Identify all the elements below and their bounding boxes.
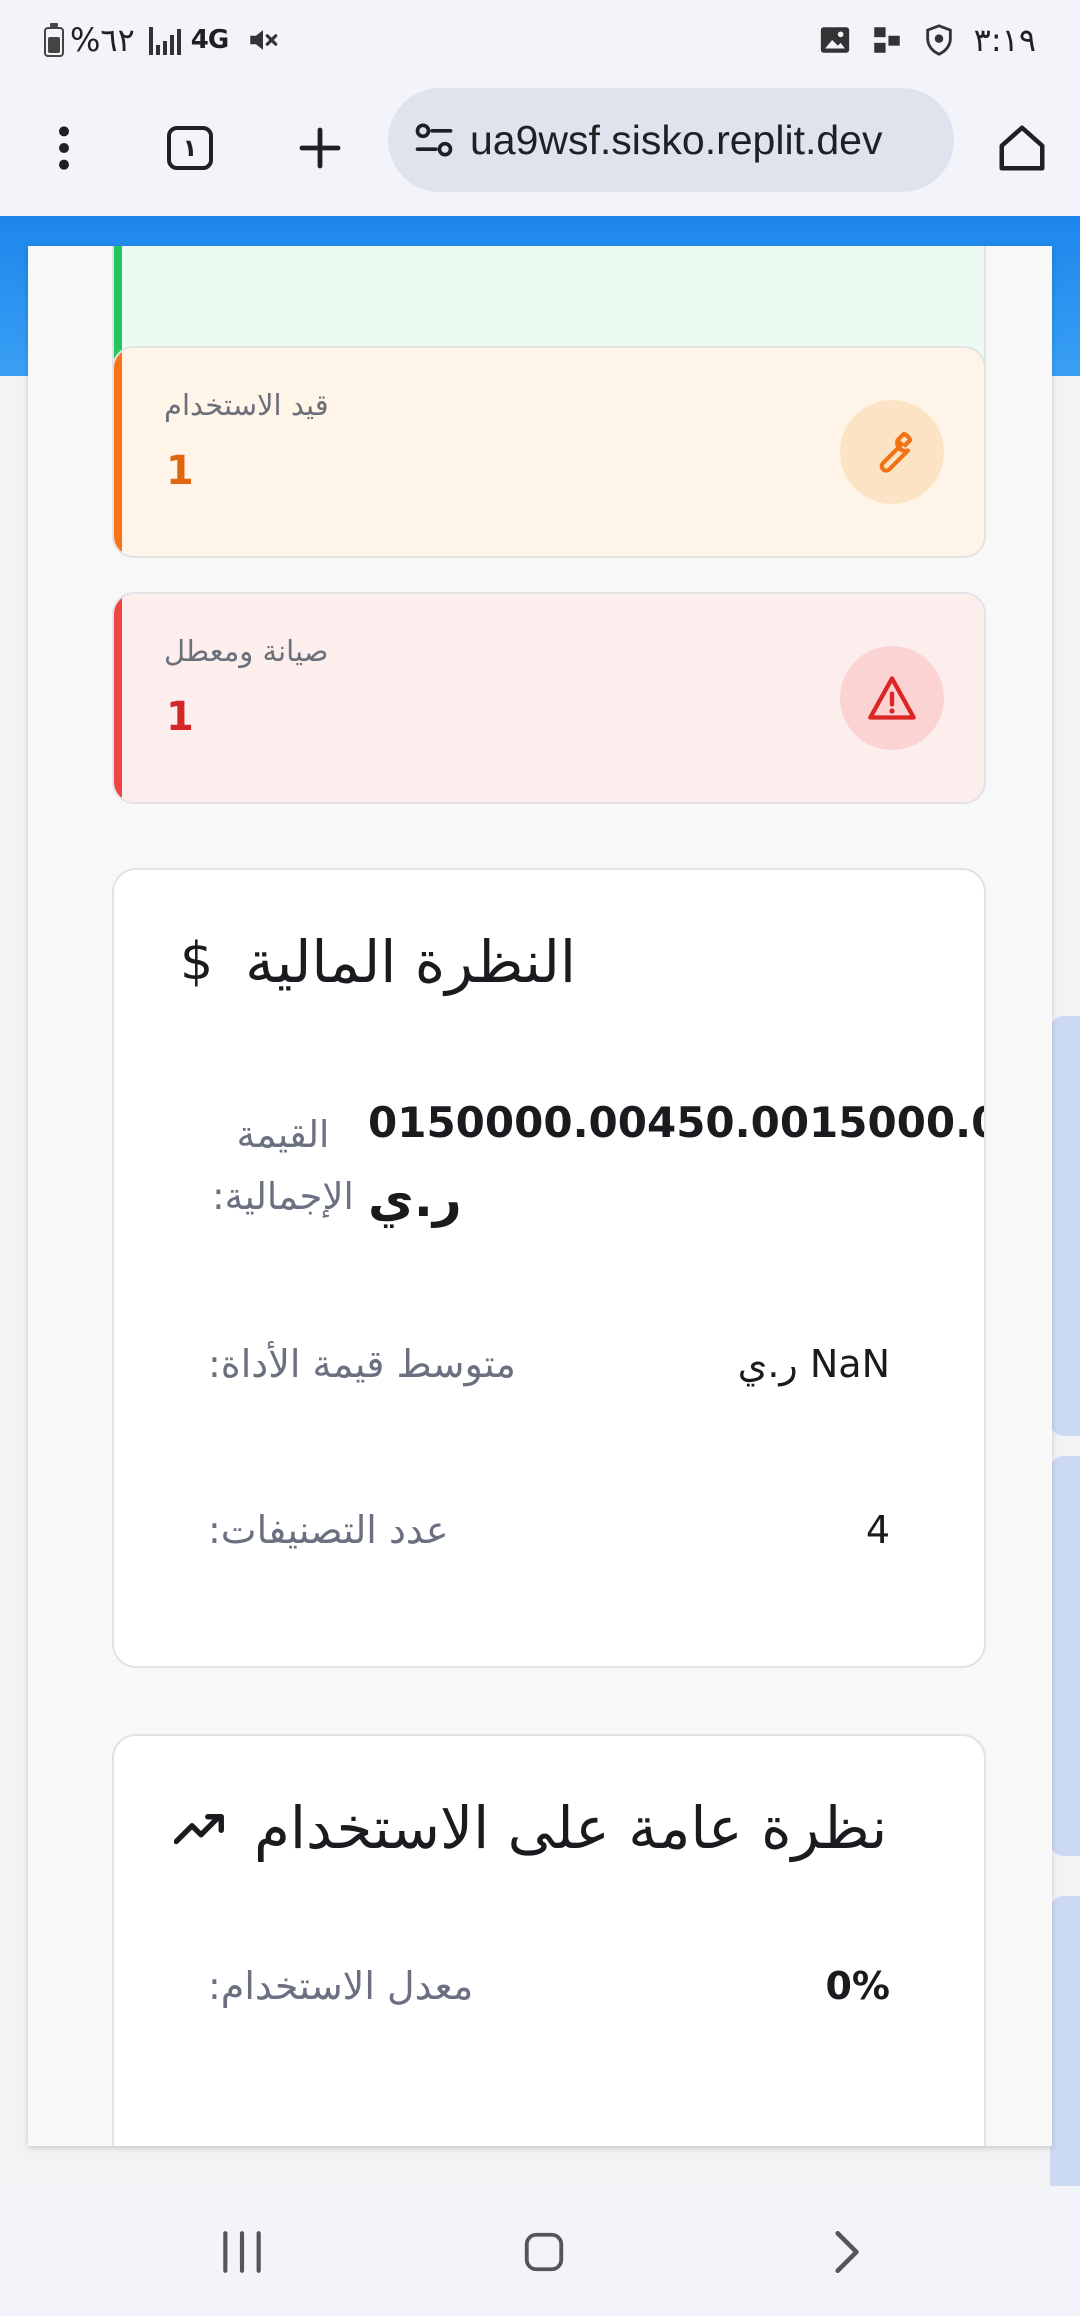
tools-report-dialog: قيد الاستخدام 1 صيانة ومعطل 1 $ النظرة ا… [28,246,1052,2146]
home-square-icon [524,2232,564,2272]
categories-count-label: عدد التصنيفات: [208,1508,449,1552]
total-value-label: القيمة الإجمالية: [212,1113,354,1218]
overflow-menu-button[interactable] [26,110,102,186]
usage-overview-panel: نظرة عامة على الاستخدام معدل الاستخدام: … [112,1734,986,2146]
system-navigation-bar [0,2186,1080,2316]
home-icon [999,125,1045,171]
total-value: 0150000.00450.0015000.002500 [368,1098,984,1147]
tab-count: ١ [167,126,213,170]
total-value-currency: ر.ي [368,1170,462,1228]
network-type: 4G [190,25,229,55]
usage-rate-label: معدل الاستخدام: [208,1964,474,2008]
stat-value: 1 [166,694,194,740]
recent-apps-icon [223,2231,261,2273]
stat-label: صيانة ومعطل [164,634,329,668]
categories-count: 4 [865,1508,890,1552]
wrench-icon [840,400,944,504]
average-value-label: متوسط قيمة الأداة: [208,1342,516,1386]
plus-icon [299,127,341,169]
tab-switcher-button[interactable]: ١ [152,110,228,186]
site-settings-icon[interactable] [412,118,456,162]
usage-rate-value: 0% [825,1964,890,2008]
dollar-icon: $ [180,932,214,992]
clock: ٣:١٩ [973,21,1036,59]
web-page: قيد الاستخدام 1 صيانة ومعطل 1 $ النظرة ا… [0,216,1080,2186]
stat-card-in-use: قيد الاستخدام 1 [112,346,986,558]
average-value: NaN ر.ي [737,1342,890,1386]
address-bar[interactable]: ua9wsf.sisko.replit.dev [388,88,954,192]
more-vert-icon [59,126,69,170]
trending-up-icon [174,1814,224,1845]
home-nav-button[interactable] [514,2222,574,2282]
recent-apps-button[interactable] [212,2222,272,2282]
stat-card-maintenance: صيانة ومعطل 1 [112,592,986,804]
battery-icon [44,23,64,57]
shield-icon [925,24,952,56]
app-notification-icon [873,27,900,53]
panel-title: نظرة عامة على الاستخدام [174,1794,887,1862]
stat-value: 1 [166,448,194,494]
status-bar: %٦٢ 4G ٣:١٩ [0,0,1080,80]
home-button[interactable] [984,110,1060,186]
back-button[interactable] [816,2222,876,2282]
stat-label: قيد الاستخدام [164,388,329,422]
chevron-right-icon [835,2230,859,2274]
panel-title: $ النظرة المالية [180,928,577,996]
mute-icon [250,30,278,50]
url-text[interactable]: ua9wsf.sisko.replit.dev [470,117,950,164]
gallery-icon [820,27,849,53]
financial-overview-panel: $ النظرة المالية القيمة الإجمالية: 01500… [112,868,986,1668]
battery-level: %٦٢ [70,21,135,59]
new-tab-button[interactable] [282,110,358,186]
warning-icon [840,646,944,750]
signal-icon [148,25,181,55]
